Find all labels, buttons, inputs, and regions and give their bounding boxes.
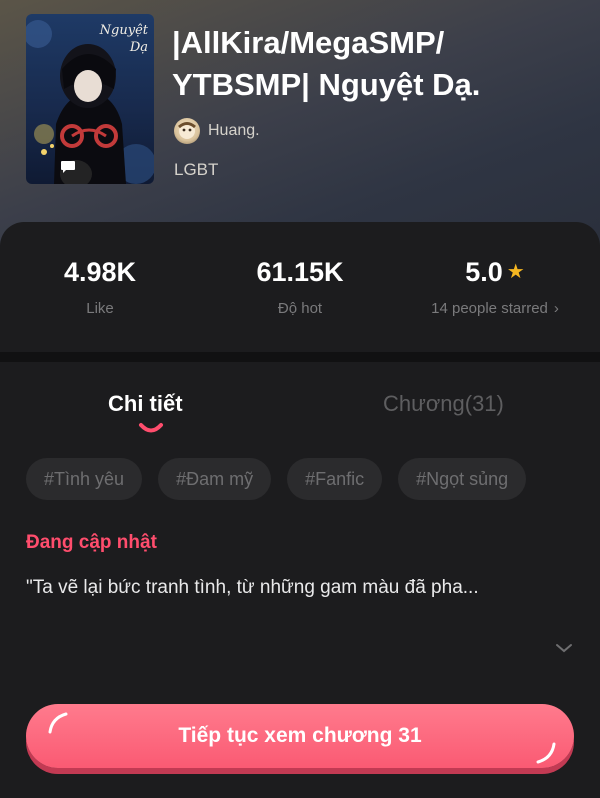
tag-chip[interactable]: #Ngọt sủng [398,458,527,500]
author-row[interactable]: Huang. [174,118,260,144]
hot-label: Độ hot [277,300,323,317]
tab-chapters[interactable]: Chương(31) [383,390,504,418]
continue-reading-button[interactable]: Tiếp tục xem chương 31 [26,704,574,768]
stat-likes: 4.98K Like [40,252,160,317]
author-name[interactable]: Huang. [208,122,260,140]
likes-count: 4.98K [63,257,137,287]
genre-label[interactable]: LGBT [174,160,218,180]
chevron-down-icon[interactable] [555,642,573,654]
cover-title-text: Nguyệt Dạ [99,23,148,55]
section-divider [0,352,600,362]
star-icon: ★ [506,261,525,283]
tag-chip[interactable]: #Đam mỹ [158,458,272,500]
details-panel: 4.98K Like 61.15K Độ hot 5.0 ★ 14 people … [0,222,600,798]
book-header: Nguyệt Dạ |AllKira/MegaSMP/ YTBSMP| Nguy… [0,0,600,260]
update-status: Đang cập nhật [26,532,157,553]
hot-count: 61.15K [256,257,344,287]
tab-details[interactable]: Chi tiết [108,390,183,418]
sparkle-decoration [536,742,556,764]
stat-rating[interactable]: 5.0 ★ 14 people starred › [410,252,580,317]
rating-count-label: 14 people starred [431,300,548,317]
book-cover[interactable]: Nguyệt Dạ [26,14,154,184]
book-description: "Ta vẽ lại bức tranh tình, từ những gam … [26,577,479,598]
sparkle-decoration [48,712,68,734]
tag-list: #Tình yêu #Đam mỹ #Fanfic #Ngọt sủng [26,458,542,500]
chat-bubble-icon [61,161,75,173]
stats-row: 4.98K Like 61.15K Độ hot 5.0 ★ 14 people … [0,252,600,332]
book-title: |AllKira/MegaSMP/ YTBSMP| Nguyệt Dạ. [172,25,481,102]
comment-badge[interactable] [60,160,92,184]
author-avatar[interactable] [174,118,200,144]
stat-hot: 61.15K Độ hot [230,252,370,317]
continue-reading-label: Tiếp tục xem chương 31 [178,724,422,747]
chevron-right-icon: › [553,300,559,317]
rating-value: 5.0 [465,257,503,287]
tag-chip[interactable]: #Tình yêu [26,458,143,500]
tag-chip[interactable]: #Fanfic [287,458,383,500]
tab-active-indicator [139,423,163,433]
likes-label: Like [86,300,114,317]
